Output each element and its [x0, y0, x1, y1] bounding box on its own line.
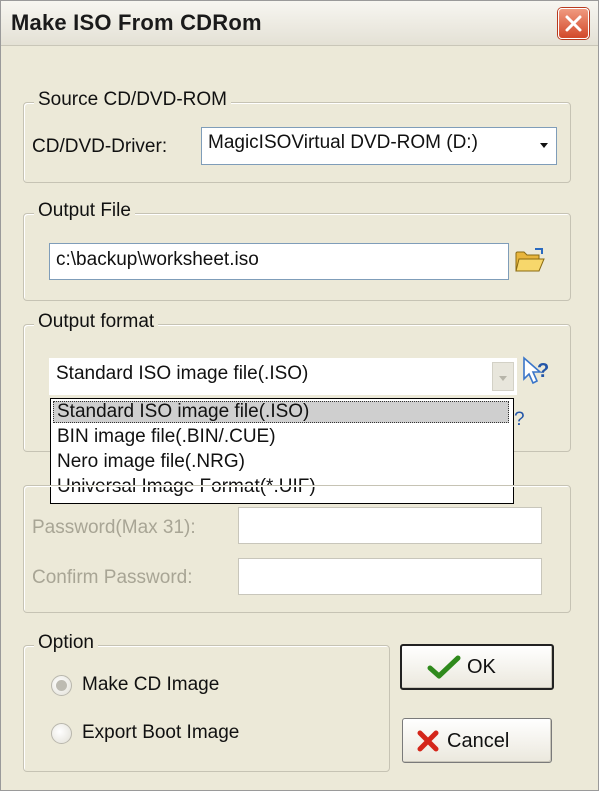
- driver-dropdown-button[interactable]: [534, 130, 554, 159]
- chevron-down-icon: [540, 143, 548, 148]
- option-group: Option: [23, 632, 390, 772]
- format-option-nrg[interactable]: Nero image file(.NRG): [53, 451, 509, 473]
- driver-value: MagicISOVirtual DVD-ROM (D:): [208, 132, 478, 153]
- driver-label: CD/DVD-Driver:: [32, 136, 168, 157]
- format-option-bin[interactable]: BIN image file(.BIN/.CUE): [53, 426, 509, 448]
- output-format-select[interactable]: Standard ISO image file(.ISO): [49, 358, 517, 395]
- output-format-legend: Output format: [34, 311, 159, 333]
- export-boot-image-radio[interactable]: [51, 723, 72, 744]
- output-file-input[interactable]: c:\backup\worksheet.iso: [49, 243, 509, 280]
- close-x-icon: [565, 15, 582, 32]
- help-button[interactable]: ?: [520, 355, 552, 389]
- password-input[interactable]: [238, 507, 542, 544]
- output-format-value: Standard ISO image file(.ISO): [56, 363, 309, 384]
- make-iso-dialog: Make ISO From CDRom Source CD/DVD-ROM CD…: [0, 0, 599, 791]
- close-button[interactable]: [558, 8, 589, 39]
- red-x-icon: [417, 730, 439, 752]
- output-file-path: c:\backup\worksheet.iso: [56, 249, 259, 270]
- title-bar: Make ISO From CDRom: [1, 1, 598, 46]
- source-legend: Source CD/DVD-ROM: [34, 89, 231, 111]
- chevron-down-icon: [499, 376, 507, 381]
- cancel-button-label: Cancel: [447, 730, 510, 752]
- ok-button[interactable]: OK: [400, 644, 554, 690]
- help-fragment: ?: [514, 409, 525, 430]
- export-boot-image-label[interactable]: Export Boot Image: [82, 722, 239, 744]
- help-pointer-icon: ?: [523, 356, 549, 385]
- ok-button-label: OK: [467, 656, 496, 678]
- confirm-password-input[interactable]: [238, 558, 542, 595]
- password-label: Password(Max 31):: [32, 517, 196, 538]
- browse-button[interactable]: [513, 245, 547, 275]
- driver-select[interactable]: MagicISOVirtual DVD-ROM (D:): [201, 127, 557, 165]
- svg-text:?: ?: [537, 360, 549, 382]
- option-legend: Option: [34, 632, 98, 654]
- format-option-iso[interactable]: Standard ISO image file(.ISO): [53, 401, 509, 423]
- make-cd-image-label[interactable]: Make CD Image: [82, 674, 219, 696]
- output-format-dropdown-button[interactable]: [492, 362, 514, 391]
- confirm-password-label: Confirm Password:: [32, 567, 193, 588]
- window-title: Make ISO From CDRom: [11, 10, 262, 35]
- make-cd-image-radio[interactable]: [51, 675, 72, 696]
- output-file-legend: Output File: [34, 200, 135, 222]
- open-folder-icon: [515, 248, 545, 272]
- radio-selected-dot: [56, 680, 67, 691]
- cancel-button[interactable]: Cancel: [402, 718, 552, 763]
- checkmark-icon: [427, 655, 461, 679]
